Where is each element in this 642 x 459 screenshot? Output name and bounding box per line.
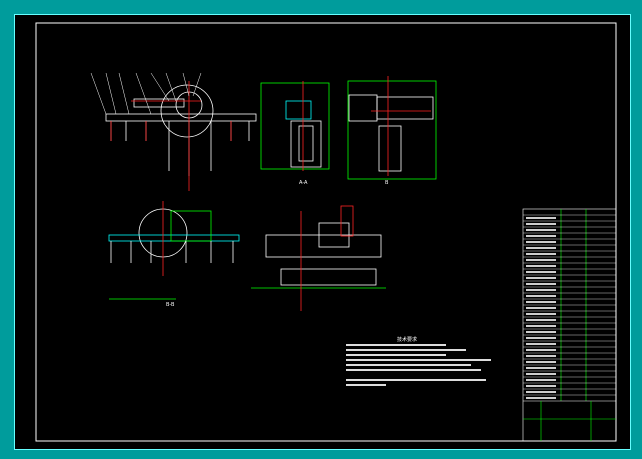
parts-list-text (526, 343, 556, 345)
parts-list-text (526, 313, 556, 315)
view-label-a: A-A (299, 180, 308, 186)
parts-list-text (526, 367, 556, 369)
assembly-drawing: A-A B B-B 技术要求 (35, 22, 617, 442)
parts-list-text (526, 385, 556, 387)
parts-list-text (526, 235, 556, 237)
plan-view (251, 205, 386, 311)
parts-list-text (526, 331, 556, 333)
parts-list-text (526, 229, 556, 231)
parts-list-text (526, 307, 556, 309)
parts-list-text (526, 319, 556, 321)
parts-list-text (526, 379, 556, 381)
technical-notes (346, 344, 491, 386)
view-label-b: B (385, 180, 389, 186)
view-label-bb: B-B (166, 302, 175, 308)
section-view (108, 201, 240, 300)
parts-list-text (526, 295, 556, 297)
right-view (347, 76, 437, 180)
parts-list-text (526, 265, 556, 267)
notes-heading: 技术要求 (397, 336, 417, 343)
parts-list-text (526, 355, 556, 357)
parts-list-text (526, 217, 556, 219)
parts-list-text (526, 301, 556, 303)
parts-list-text (526, 391, 556, 393)
parts-list-text (526, 253, 556, 255)
parts-list-text (526, 277, 556, 279)
parts-list-text (526, 349, 556, 351)
parts-list-text (526, 325, 556, 327)
parts-list-text (526, 283, 556, 285)
parts-list-text (526, 259, 556, 261)
parts-list-rows (523, 214, 616, 399)
drawing-border (35, 22, 617, 442)
parts-list-text (526, 271, 556, 273)
parts-list-text (526, 373, 556, 375)
parts-list-text (526, 361, 556, 363)
parts-list-text (526, 337, 556, 339)
cad-viewport[interactable]: A-A B B-B 技术要求 (14, 14, 631, 450)
side-view (260, 81, 330, 171)
front-view (90, 72, 257, 191)
parts-list-text (526, 397, 556, 399)
parts-list-text (526, 223, 556, 225)
parts-list-text (526, 247, 556, 249)
parts-list-text (526, 241, 556, 243)
parts-list-text (526, 289, 556, 291)
